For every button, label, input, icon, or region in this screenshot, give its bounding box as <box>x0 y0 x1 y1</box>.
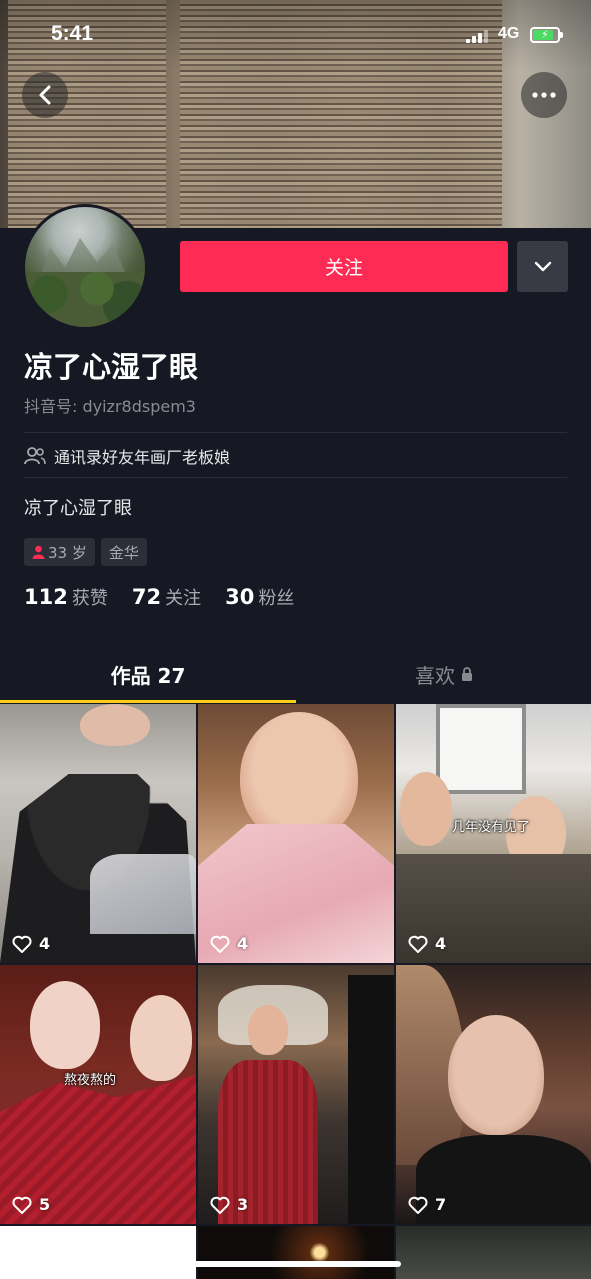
back-button[interactable] <box>22 72 68 118</box>
stat-likes-received[interactable]: 112 获赞 <box>24 584 108 610</box>
profile-stats: 112 获赞 72 关注 30 粉丝 <box>24 584 294 610</box>
like-count-value: 5 <box>39 1195 51 1214</box>
location-tag-label: 金华 <box>108 543 139 562</box>
tab-works[interactable]: 作品 27 <box>0 646 296 702</box>
like-count-value: 4 <box>39 934 51 953</box>
heart-icon <box>12 1196 32 1214</box>
like-count-value: 3 <box>237 1195 249 1214</box>
stat-followers[interactable]: 30 粉丝 <box>225 584 294 610</box>
stat-number: 30 <box>225 585 255 609</box>
profile-tags: 33 岁 金华 <box>24 538 147 566</box>
signal-icon <box>466 29 488 43</box>
like-count-value: 4 <box>237 934 249 953</box>
heart-icon <box>12 935 32 953</box>
status-bar: 5:41 4G ⚡ <box>0 0 591 70</box>
contacts-icon <box>24 447 46 465</box>
follow-button[interactable]: 关注 <box>180 241 508 292</box>
video-thumbnail[interactable]: 熬夜熬的 5 <box>0 965 196 1224</box>
video-thumbnail[interactable]: 7 <box>396 965 591 1224</box>
contact-hint-text: 通讯录好友年画厂老板娘 <box>54 448 231 467</box>
recommend-dropdown-button[interactable] <box>517 241 568 292</box>
more-icon <box>532 92 556 98</box>
video-thumbnail[interactable] <box>396 1226 591 1279</box>
video-thumbnail[interactable]: 几年没有见了 4 <box>396 704 591 963</box>
home-indicator[interactable] <box>190 1261 401 1267</box>
heart-icon <box>408 1196 428 1214</box>
heart-icon <box>408 935 428 953</box>
stat-label: 关注 <box>165 588 202 609</box>
divider <box>24 432 567 433</box>
video-thumbnail[interactable]: 3 <box>198 965 394 1224</box>
lock-icon <box>462 667 472 681</box>
female-icon <box>32 545 45 559</box>
content-tabs: 作品 27 喜欢 <box>0 646 591 703</box>
video-like-count: 5 <box>12 1195 50 1214</box>
video-like-count: 4 <box>408 934 446 953</box>
heart-icon <box>210 935 230 953</box>
stat-number: 112 <box>24 585 68 609</box>
video-like-count: 4 <box>210 934 248 953</box>
network-type: 4G <box>498 25 520 42</box>
age-tag: 33 岁 <box>24 538 95 566</box>
tab-likes-label: 喜欢 <box>415 663 455 688</box>
profile-nickname: 凉了心湿了眼 <box>24 350 199 384</box>
profile-bio: 凉了心湿了眼 <box>24 498 132 519</box>
battery-icon: ⚡ <box>530 27 563 43</box>
douyin-id[interactable]: 抖音号: dyizr8dspem3 <box>24 393 196 417</box>
more-options-button[interactable] <box>521 72 567 118</box>
video-like-count: 3 <box>210 1195 248 1214</box>
heart-icon <box>210 1196 230 1214</box>
tab-works-label: 作品 27 <box>110 663 186 688</box>
stat-following[interactable]: 72 关注 <box>132 584 201 610</box>
video-caption: 熬夜熬的 <box>64 1073 117 1088</box>
location-tag: 金华 <box>100 538 147 566</box>
video-like-count: 4 <box>12 934 50 953</box>
video-thumbnail[interactable] <box>198 1226 394 1279</box>
tab-likes[interactable]: 喜欢 <box>296 646 591 702</box>
back-arrow-icon <box>39 85 51 105</box>
chevron-down-icon <box>534 261 551 272</box>
video-like-count: 7 <box>408 1195 446 1214</box>
stat-label: 粉丝 <box>258 588 295 609</box>
video-thumbnail[interactable]: 4 <box>0 704 196 963</box>
avatar[interactable] <box>22 204 148 330</box>
age-tag-label: 33 岁 <box>48 543 87 562</box>
like-count-value: 4 <box>435 934 447 953</box>
tab-active-indicator <box>0 700 296 703</box>
stat-label: 获赞 <box>71 588 108 609</box>
stat-number: 72 <box>131 585 162 609</box>
contact-hint-row: 通讯录好友年画厂老板娘 <box>24 444 230 468</box>
status-time: 5:41 <box>51 22 94 45</box>
video-thumbnail[interactable]: 4 <box>198 704 394 963</box>
video-thumbnail[interactable] <box>0 1226 196 1279</box>
like-count-value: 7 <box>435 1195 447 1214</box>
divider <box>24 477 567 478</box>
video-caption: 几年没有见了 <box>452 820 531 835</box>
